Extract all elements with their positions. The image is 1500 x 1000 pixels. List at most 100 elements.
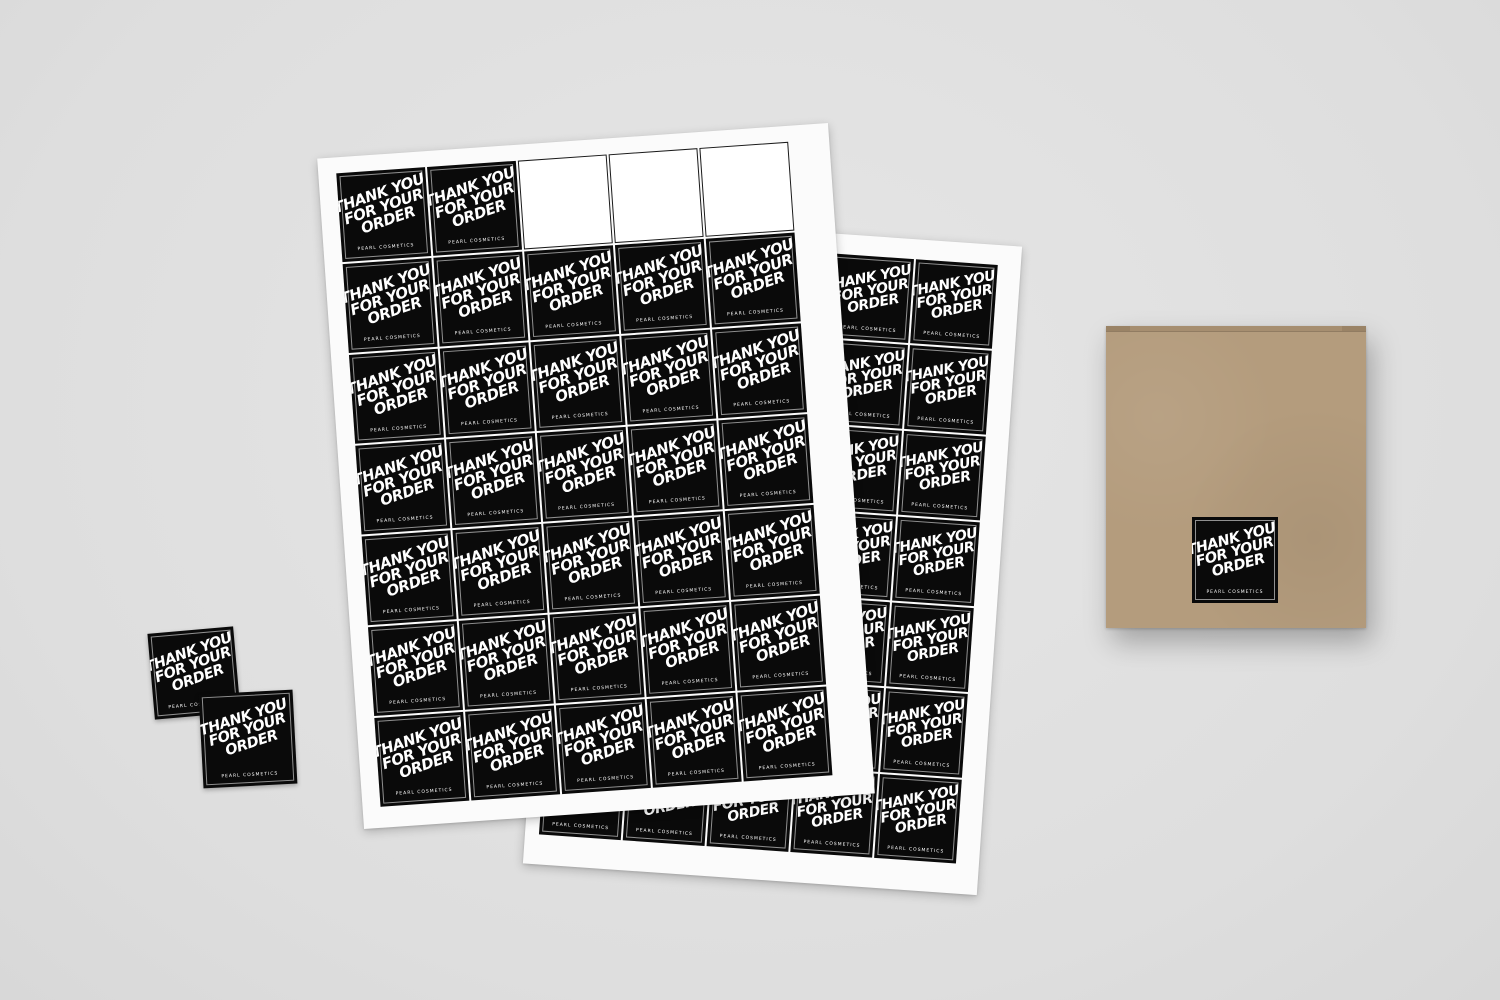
sticker: THANK YOUFOR YOURORDERPEARL COSMETICS [555, 699, 651, 795]
sticker-brand: PEARL COSMETICS [467, 509, 525, 519]
sticker: THANK YOUFOR YOURORDER PEARL COSMETICS [898, 430, 986, 521]
sticker-message: THANK YOUFOR YOURORDER [537, 429, 632, 503]
sticker: THANK YOUFOR YOURORDERPEARL COSMETICS [458, 614, 554, 710]
sticker: THANK YOUFOR YOURORDERPEARL COSMETICS [627, 420, 723, 516]
sticker-message: THANK YOU FOR YOUR ORDER [147, 630, 240, 701]
peeled-sticker-slot [608, 148, 704, 244]
peeled-sticker-slot [699, 141, 795, 237]
sticker-message: THANK YOUFOR YOURORDER [731, 598, 826, 672]
sticker: THANK YOUFOR YOURORDERPEARL COSMETICS [439, 342, 535, 438]
sticker: THANK YOUFOR YOURORDERPEARL COSMETICS [342, 257, 438, 353]
sticker: THANK YOUFOR YOURORDERPEARL COSMETICS [348, 348, 444, 444]
sticker-brand: PEARL COSMETICS [923, 330, 981, 340]
loose-sticker: THANK YOU FOR YOUR ORDER PEARL COSMETICS [198, 689, 298, 789]
sticker-message: THANK YOUFOR YOURORDER [615, 242, 710, 315]
sticker-message: THANK YOUFOR YOURORDER [433, 254, 528, 327]
sticker-brand: PEARL COSMETICS [661, 677, 719, 687]
sticker-brand: PEARL COSMETICS [551, 822, 610, 832]
sticker-message: THANK YOUFOR YOURORDER [362, 533, 457, 606]
product-mockup-scene: THANK YOU FOR YOUR ORDER PEARL COSMETICS THA… [0, 0, 1500, 1000]
sticker-brand: PEARL COSMETICS [911, 502, 969, 512]
sticker: THANK YOUFOR YOURORDERPEARL COSMETICS [374, 711, 470, 807]
sticker-brand: PEARL COSMETICS [752, 671, 810, 681]
sticker-message: THANK YOUFOR YOURORDER [874, 783, 962, 840]
sticker-sheet-front: THANK YOU FOR YOUR ORDER PEARL COSMETICS THA… [317, 122, 875, 830]
sticker: THANK YOUFOR YOURORDERPEARL COSMETICS [621, 329, 717, 425]
box-lid-tab [1106, 326, 1130, 331]
sticker-brand: PEARL COSMETICS [667, 768, 726, 778]
sticker-message: THANK YOUFOR YOURORDER [349, 351, 444, 425]
sticker-message: THANK YOUFOR YOURORDER [427, 163, 522, 237]
sticker-message: THANK YOU FOR YOUR ORDER [1192, 520, 1278, 585]
sticker: THANK YOUFOR YOURORDERPEARL COSMETICS [549, 608, 645, 704]
sticker: THANK YOUFOR YOURORDERPEARL COSMETICS [355, 439, 451, 535]
sticker-brand: PEARL COSMETICS [577, 775, 635, 785]
sticker-brand: PEARL COSMETICS [395, 787, 453, 797]
sticker-message: THANK YOUFOR YOURORDER [898, 440, 986, 496]
sticker-message: THANK YOUFOR YOURORDER [531, 339, 626, 412]
sticker: THANK YOUFOR YOURORDERPEARL COSMETICS [712, 323, 808, 419]
sticker-brand: PEARL COSMETICS [1206, 590, 1264, 595]
sticker-brand: PEARL COSMETICS [733, 399, 791, 409]
sticker: THANK YOUFOR YOURORDERPEARL COSMETICS [886, 602, 974, 692]
sticker-brand: PEARL COSMETICS [551, 411, 609, 421]
sticker-message: THANK YOUFOR YOURORDER [452, 527, 547, 600]
sticker-message: THANK YOUFOR YOURORDER [910, 268, 998, 325]
sticker-brand: PEARL COSMETICS [648, 496, 707, 506]
sticker-message: THANK YOUFOR YOURORDER [621, 332, 716, 406]
sticker: THANK YOUFOR YOURORDERPEARL COSMETICS [731, 595, 827, 691]
sticker: THANK YOUFOR YOURORDERPEARL COSMETICS [367, 621, 463, 717]
sticker-brand: PEARL COSMETICS [570, 684, 628, 694]
sticker: THANK YOUFOR YOURORDER PEARL COSMETICS [874, 774, 962, 864]
sticker: THANK YOUFOR YOURORDERPEARL COSMETICS [361, 530, 457, 626]
sticker-message: THANK YOUFOR YOURORDER [459, 617, 554, 691]
sticker: THANK YOUFOR YOURORDERPEARL COSMETICS [446, 433, 542, 529]
sticker: THANK YOUFOR YOURORDERPEARL COSMETICS [530, 336, 626, 432]
sticker-brand: PEARL COSMETICS [545, 321, 603, 331]
sticker-brand: PEARL COSMETICS [486, 781, 544, 791]
sticker-message: THANK YOUFOR YOURORDER [440, 345, 535, 418]
sticker-brand: PEARL COSMETICS [460, 418, 519, 428]
sticker: THANK YOUFOR YOURORDERPEARL COSMETICS [718, 414, 814, 510]
sticker-message: THANK YOUFOR YOURORDER [368, 624, 463, 697]
sticker-message: THANK YOUFOR YOURORDER [556, 702, 651, 775]
box-lid-tab [1342, 326, 1366, 331]
sticker-message: THANK YOUFOR YOURORDER [343, 261, 438, 334]
sticker-message: THANK YOUFOR YOURORDER [550, 611, 645, 684]
sticker: THANK YOUFOR YOURORDERPEARL COSMETICS [536, 426, 632, 522]
sticker-brand: PEARL COSMETICS [642, 405, 700, 415]
sticker: THANK YOUFOR YOURORDERPEARL COSMETICS [465, 705, 561, 801]
sticker-message: THANK YOUFOR YOURORDER [892, 525, 980, 582]
sticker-brand: PEARL COSMETICS [887, 845, 945, 855]
sticker-message: THANK YOUFOR YOURORDER [446, 436, 541, 509]
sticker-message: THANK YOUFOR YOURORDER [465, 708, 560, 781]
sticker-message: THANK YOUFOR YOURORDER [725, 507, 820, 581]
sticker-message: THANK YOUFOR YOURORDER [374, 714, 469, 788]
sticker-brand: PEARL COSMETICS [473, 599, 531, 609]
sticker-brand: PEARL COSMETICS [893, 759, 951, 769]
sticker-grid-front: THANK YOU FOR YOUR ORDER PEARL COSMETICS THA… [336, 141, 833, 807]
sticker-message: THANK YOUFOR YOURORDER [628, 423, 723, 496]
sticker-message: THANK YOU FOR YOUR ORDER [199, 696, 298, 766]
sticker-message: THANK YOUFOR YOURORDER [647, 695, 742, 769]
sticker-brand: PEARL COSMETICS [558, 502, 616, 512]
sticker: THANK YOUFOR YOURORDERPEARL COSMETICS [433, 251, 529, 347]
sticker: THANK YOUFOR YOURORDER PEARL COSMETICS [880, 688, 968, 778]
sticker-brand: PEARL COSMETICS [726, 308, 785, 318]
sticker-message: THANK YOUFOR YOURORDER [634, 514, 729, 587]
sticker-message: THANK YOUFOR YOURORDER [712, 326, 807, 399]
box-seal-sticker: THANK YOU FOR YOUR ORDER PEARL COSMETICS [1192, 517, 1278, 603]
sticker: THANK YOUFOR YOURORDER PEARL COSMETICS [910, 259, 998, 349]
sticker: THANK YOUFOR YOURORDERPEARL COSMETICS [640, 602, 736, 698]
sticker-message: THANK YOUFOR YOURORDER [718, 417, 813, 490]
sticker: THANK YOUFOR YOURORDERPEARL COSMETICS [633, 511, 729, 607]
sticker-brand: PEARL COSMETICS [454, 327, 512, 337]
sticker: THANK YOUFOR YOURORDERPEARL COSMETICS [904, 345, 992, 435]
sticker-message: THANK YOUFOR YOURORDER [880, 697, 968, 754]
sticker-brand: PEARL COSMETICS [382, 606, 441, 616]
sticker-brand: PEARL COSMETICS [357, 243, 415, 253]
sticker: THANK YOUFOR YOURORDERPEARL COSMETICS [543, 517, 639, 613]
sticker: THANK YOUFOR YOURORDERPEARL COSMETICS [646, 692, 742, 788]
sticker: THANK YOUFOR YOURORDERPEARL COSMETICS [336, 167, 432, 263]
sticker-brand: PEARL COSMETICS [376, 515, 434, 525]
